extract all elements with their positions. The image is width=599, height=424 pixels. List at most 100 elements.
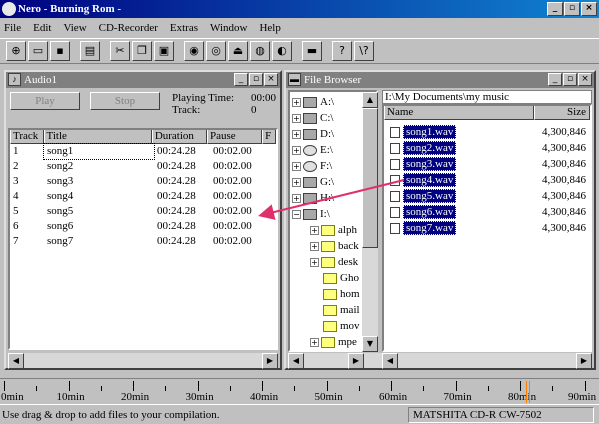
eject-icon[interactable]: ⏏ bbox=[228, 41, 248, 61]
audio-window-icon[interactable]: ♪ bbox=[8, 73, 21, 86]
folder-node[interactable]: hom bbox=[310, 286, 360, 302]
paste-icon[interactable]: ▣ bbox=[154, 41, 174, 61]
cd-info-icon[interactable]: ◎ bbox=[206, 41, 226, 61]
nero-app-icon[interactable] bbox=[2, 2, 16, 16]
column-f[interactable]: F bbox=[262, 130, 276, 144]
column-title[interactable]: Title bbox=[43, 130, 152, 144]
folder-node[interactable]: + mpe bbox=[310, 334, 357, 350]
track-row[interactable]: 1 song1 00:24.28 00:02.00 bbox=[10, 143, 276, 160]
column-size[interactable]: Size bbox=[534, 106, 590, 120]
folder-node[interactable]: + desk bbox=[310, 254, 358, 270]
close-button[interactable]: × bbox=[581, 2, 597, 16]
file-row[interactable]: song1.wav 4,300,846 bbox=[384, 124, 590, 140]
expand-icon[interactable]: + bbox=[292, 97, 301, 107]
tree-scroll-thumb[interactable] bbox=[362, 108, 378, 248]
audio-horizontal-scrollbar[interactable]: ◀ ▶ bbox=[8, 352, 278, 369]
expand-icon[interactable]: + bbox=[292, 145, 301, 155]
write-cd-icon[interactable]: ◉ bbox=[184, 41, 204, 61]
folder-node[interactable]: mail bbox=[310, 302, 360, 318]
scroll-up-icon[interactable]: ▲ bbox=[362, 92, 378, 108]
minimize-button[interactable]: _ bbox=[547, 2, 563, 16]
drive-node[interactable]: − I:\ bbox=[292, 206, 330, 222]
expand-icon[interactable]: + bbox=[292, 177, 301, 187]
menu-cd-recorder[interactable]: CD-Recorder bbox=[99, 22, 158, 34]
track-row[interactable]: 2 song2 00:24.28 00:02.00 bbox=[10, 159, 276, 174]
expand-icon[interactable]: + bbox=[310, 257, 319, 267]
open-icon[interactable]: ▭ bbox=[28, 41, 48, 61]
expand-icon[interactable]: + bbox=[310, 225, 319, 235]
column-duration[interactable]: Duration bbox=[151, 130, 207, 144]
file-row[interactable]: song5.wav 4,300,846 bbox=[384, 188, 590, 204]
audio-minimize-button[interactable]: _ bbox=[234, 73, 248, 86]
column-track[interactable]: Track bbox=[10, 130, 44, 144]
expand-icon[interactable]: + bbox=[292, 129, 301, 139]
browser-scroll-left-icon-right-pane[interactable]: ◀ bbox=[382, 353, 398, 369]
track-row[interactable]: 4 song4 00:24.28 00:02.00 bbox=[10, 189, 276, 204]
stop-button[interactable]: Stop bbox=[90, 92, 160, 110]
disc-copy-icon[interactable]: ◍ bbox=[250, 41, 270, 61]
browser-scroll-right-icon-left-pane[interactable]: ▶ bbox=[348, 353, 364, 369]
browser-horizontal-scrollbar[interactable]: ◀ ▶ ◀ ▶ bbox=[288, 352, 592, 369]
tree-vertical-scrollbar[interactable]: ▲ ▼ bbox=[362, 92, 378, 352]
column-pause[interactable]: Pause bbox=[206, 130, 263, 144]
folder-node[interactable]: mov bbox=[310, 318, 360, 334]
drive-node[interactable]: + G:\ bbox=[292, 174, 334, 190]
browser-close-button[interactable]: × bbox=[578, 73, 592, 86]
compilation-info-icon[interactable]: ▤ bbox=[80, 41, 100, 61]
track-row[interactable]: 7 song7 00:24.28 00:02.00 bbox=[10, 234, 276, 249]
play-button[interactable]: Play bbox=[10, 92, 80, 110]
browser-minimize-button[interactable]: _ bbox=[548, 73, 562, 86]
browser-maximize-button[interactable]: ▫ bbox=[563, 73, 577, 86]
drive-node[interactable]: + F:\ bbox=[292, 158, 332, 174]
expand-icon[interactable]: + bbox=[292, 193, 301, 203]
folder-node[interactable]: + back bbox=[310, 238, 359, 254]
track-row[interactable]: 3 song3 00:24.28 00:02.00 bbox=[10, 174, 276, 189]
file-list[interactable]: Name Size song1.wav 4,300,846 song2.wav 4,3… bbox=[382, 104, 592, 352]
menu-help[interactable]: Help bbox=[259, 22, 280, 34]
recorder-device[interactable]: MATSHITA CD-R CW-7502 bbox=[408, 407, 594, 423]
track-row[interactable]: 5 song5 00:24.28 00:02.00 bbox=[10, 204, 276, 219]
scroll-down-icon[interactable]: ▼ bbox=[362, 336, 378, 352]
new-compilation-icon[interactable]: ⊕ bbox=[6, 41, 26, 61]
menu-window[interactable]: Window bbox=[210, 22, 247, 34]
expand-icon[interactable]: + bbox=[292, 161, 301, 171]
folder-node[interactable]: Gho bbox=[310, 270, 359, 286]
browser-scroll-left-icon[interactable]: ◀ bbox=[288, 353, 304, 369]
expand-icon[interactable]: + bbox=[292, 113, 301, 123]
cut-icon[interactable]: ✂ bbox=[110, 41, 130, 61]
browser-scroll-right-icon[interactable]: ▶ bbox=[576, 353, 592, 369]
track-row[interactable]: 6 song6 00:24.28 00:02.00 bbox=[10, 219, 276, 234]
drive-node[interactable]: + A:\ bbox=[292, 94, 334, 110]
help-icon[interactable]: ? bbox=[332, 41, 352, 61]
browser-window-icon[interactable]: ▬ bbox=[288, 73, 301, 86]
column-name[interactable]: Name bbox=[384, 106, 534, 120]
expand-icon[interactable]: + bbox=[310, 241, 319, 251]
save-icon[interactable]: ▪ bbox=[50, 41, 70, 61]
drive-node[interactable]: + E:\ bbox=[292, 142, 333, 158]
file-row[interactable]: song2.wav 4,300,846 bbox=[384, 140, 590, 156]
folder-icon[interactable]: ▬ bbox=[302, 41, 322, 61]
audio-window-title-bar[interactable]: ♪ Audio1 _ ▫ × bbox=[6, 72, 280, 88]
file-row[interactable]: song7.wav 4,300,846 bbox=[384, 220, 590, 236]
menu-view[interactable]: View bbox=[63, 22, 86, 34]
context-help-icon[interactable]: \? bbox=[354, 41, 374, 61]
disc-info-icon[interactable]: ◐ bbox=[272, 41, 292, 61]
folder-node[interactable]: + alph bbox=[310, 222, 357, 238]
file-row[interactable]: song3.wav 4,300,846 bbox=[384, 156, 590, 172]
audio-close-button[interactable]: × bbox=[264, 73, 278, 86]
drive-node[interactable]: + C:\ bbox=[292, 110, 333, 126]
menu-edit[interactable]: Edit bbox=[33, 22, 51, 34]
drive-node[interactable]: + H:\ bbox=[292, 190, 334, 206]
track-list[interactable]: Track Title Duration Pause F 1 song1 00:24… bbox=[8, 128, 278, 350]
app-title-bar[interactable]: Nero - Burning Rom - _ ▫ × bbox=[0, 0, 599, 18]
expand-icon[interactable]: + bbox=[310, 337, 319, 347]
menu-file[interactable]: File bbox=[4, 22, 21, 34]
browser-title-bar[interactable]: ▬ File Browser _ ▫ × bbox=[286, 72, 594, 88]
copy-icon[interactable]: ❐ bbox=[132, 41, 152, 61]
drive-node[interactable]: + D:\ bbox=[292, 126, 334, 142]
maximize-button[interactable]: ▫ bbox=[564, 2, 580, 16]
file-row[interactable]: song6.wav 4,300,846 bbox=[384, 204, 590, 220]
collapse-icon[interactable]: − bbox=[292, 209, 301, 219]
audio-maximize-button[interactable]: ▫ bbox=[249, 73, 263, 86]
file-row[interactable]: song4.wav 4,300,846 bbox=[384, 172, 590, 188]
